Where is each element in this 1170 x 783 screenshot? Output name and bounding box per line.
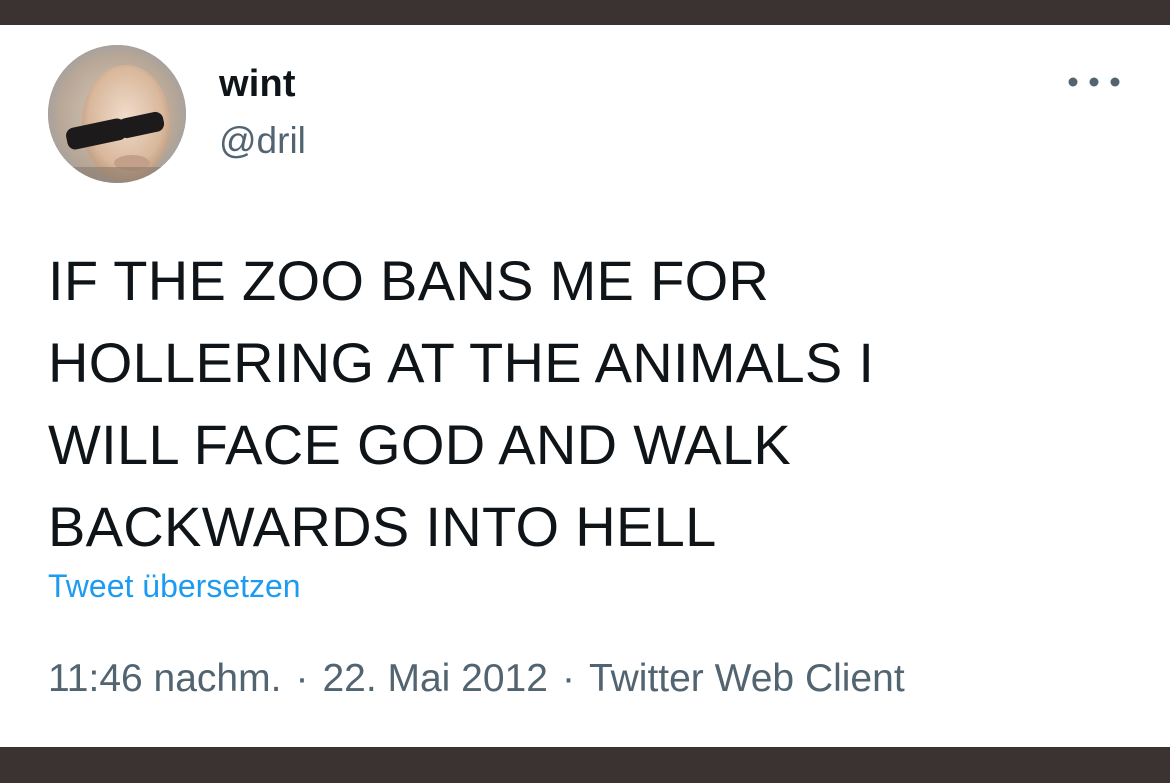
avatar-image-icon [48,45,186,183]
tweet-metadata: 11:46 nachm. · 22. Mai 2012 · Twitter Web Cl… [48,657,905,701]
tweet-text: IF THE ZOO BANS ME FOR HOLLERING AT THE … [48,249,875,558]
author-display-name[interactable]: wint [219,63,296,106]
profile-avatar[interactable] [48,45,186,183]
top-frame-bar [0,0,1170,25]
meta-separator: · [295,657,309,700]
bottom-frame-bar [0,747,1170,783]
tweet-time[interactable]: 11:46 nachm. [48,657,281,700]
more-dots-icon [1068,77,1120,87]
more-options-button[interactable] [1064,67,1124,97]
author-handle[interactable]: @dril [219,120,306,162]
tweet-source[interactable]: Twitter Web Client [589,657,905,700]
meta-separator: · [561,657,575,700]
translate-tweet-link[interactable]: Tweet übersetzen [48,568,301,605]
tweet-card: wint @dril IF THE ZOO BANS ME FOR HOLLER… [0,25,1170,747]
tweet-date[interactable]: 22. Mai 2012 [322,657,548,700]
